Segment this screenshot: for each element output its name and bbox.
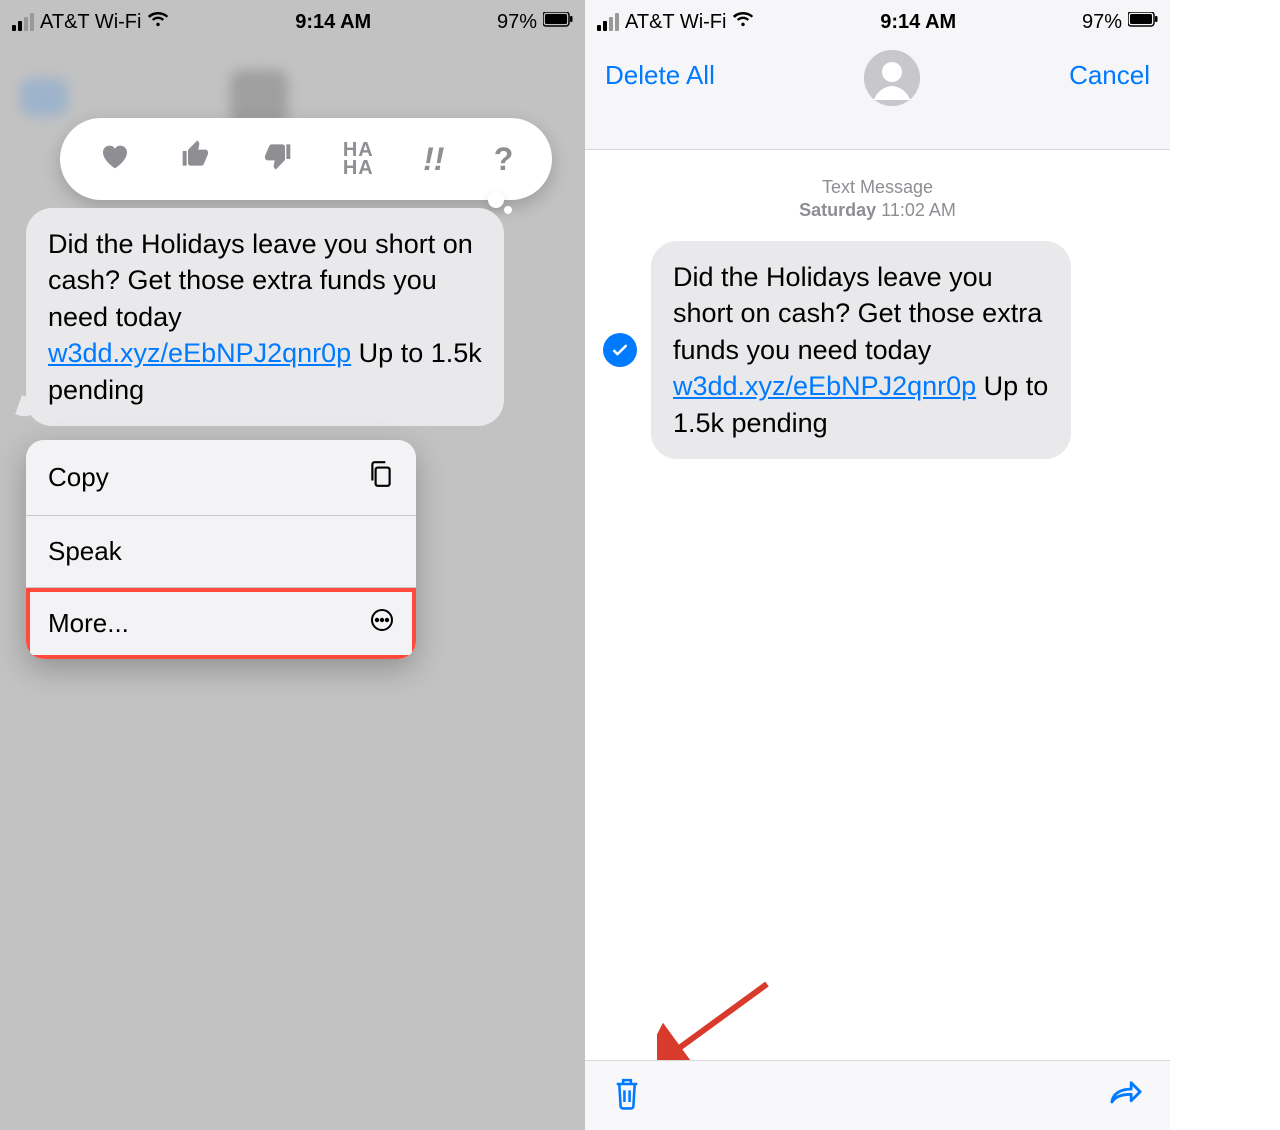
more-icon [370,608,394,639]
timestamp-label: Text Message [585,176,1170,199]
forward-icon[interactable] [1108,1078,1144,1113]
context-menu: Copy Speak More... [26,440,416,659]
phone-left-screenshot: AT&T Wi-Fi 9:14 AM 97% HA HA [0,0,585,1130]
edit-mode-header: Delete All Cancel [585,40,1170,150]
battery-icon [543,11,573,34]
menu-item-more[interactable]: More... [26,588,416,659]
tapback-reaction-bar: HA HA !! ? [60,118,552,200]
menu-item-copy[interactable]: Copy [26,440,416,516]
message-link[interactable]: w3dd.xyz/eEbNPJ2qnr0p [673,371,976,401]
menu-item-speak[interactable]: Speak [26,516,416,588]
reaction-heart[interactable] [99,140,131,178]
status-time: 9:14 AM [295,11,371,34]
contact-avatar[interactable] [864,50,920,106]
signal-icon [597,13,619,31]
bottom-toolbar [585,1060,1170,1130]
reaction-question[interactable]: ? [494,141,514,178]
message-text-before: Did the Holidays leave you short on cash… [673,262,1042,365]
status-bar: AT&T Wi-Fi 9:14 AM 97% [0,0,585,40]
wifi-icon [147,10,169,34]
menu-copy-label: Copy [48,462,109,493]
message-row[interactable]: Did the Holidays leave you short on cash… [585,223,1170,459]
reaction-thumbs-up[interactable] [180,139,212,179]
carrier-label: AT&T Wi-Fi [625,11,726,34]
phone-right-screenshot: AT&T Wi-Fi 9:14 AM 97% Delete All Cancel… [585,0,1170,1130]
wifi-icon [732,10,754,34]
battery-pct: 97% [1082,11,1122,34]
message-text-before: Did the Holidays leave you short on cash… [48,229,473,332]
cancel-button[interactable]: Cancel [1069,54,1150,91]
timestamp-day: Saturday [799,200,876,220]
battery-pct: 97% [497,11,537,34]
message-bubble[interactable]: Did the Holidays leave you short on cash… [651,241,1071,459]
message-bubble[interactable]: Did the Holidays leave you short on cash… [26,208,504,426]
copy-icon [368,460,394,495]
right-margin [1170,0,1280,1130]
menu-speak-label: Speak [48,536,122,567]
message-link[interactable]: w3dd.xyz/eEbNPJ2qnr0p [48,338,351,368]
carrier-label: AT&T Wi-Fi [40,11,141,34]
selection-checkmark[interactable] [603,333,637,367]
menu-more-label: More... [48,608,129,639]
timestamp-time: 11:02 AM [881,200,956,220]
status-time: 9:14 AM [880,11,956,34]
delete-all-button[interactable]: Delete All [605,54,715,91]
reaction-haha[interactable]: HA HA [343,141,374,177]
reaction-exclaim[interactable]: !! [423,141,444,178]
status-bar: AT&T Wi-Fi 9:14 AM 97% [585,0,1170,40]
conversation-area: Text Message Saturday 11:02 AM Did the H… [585,150,1170,1060]
signal-icon [12,13,34,31]
trash-icon[interactable] [611,1075,643,1116]
battery-icon [1128,11,1158,34]
message-timestamp: Text Message Saturday 11:02 AM [585,150,1170,223]
haha-text-2: HA [343,159,374,177]
reaction-thumbs-down[interactable] [261,139,293,179]
